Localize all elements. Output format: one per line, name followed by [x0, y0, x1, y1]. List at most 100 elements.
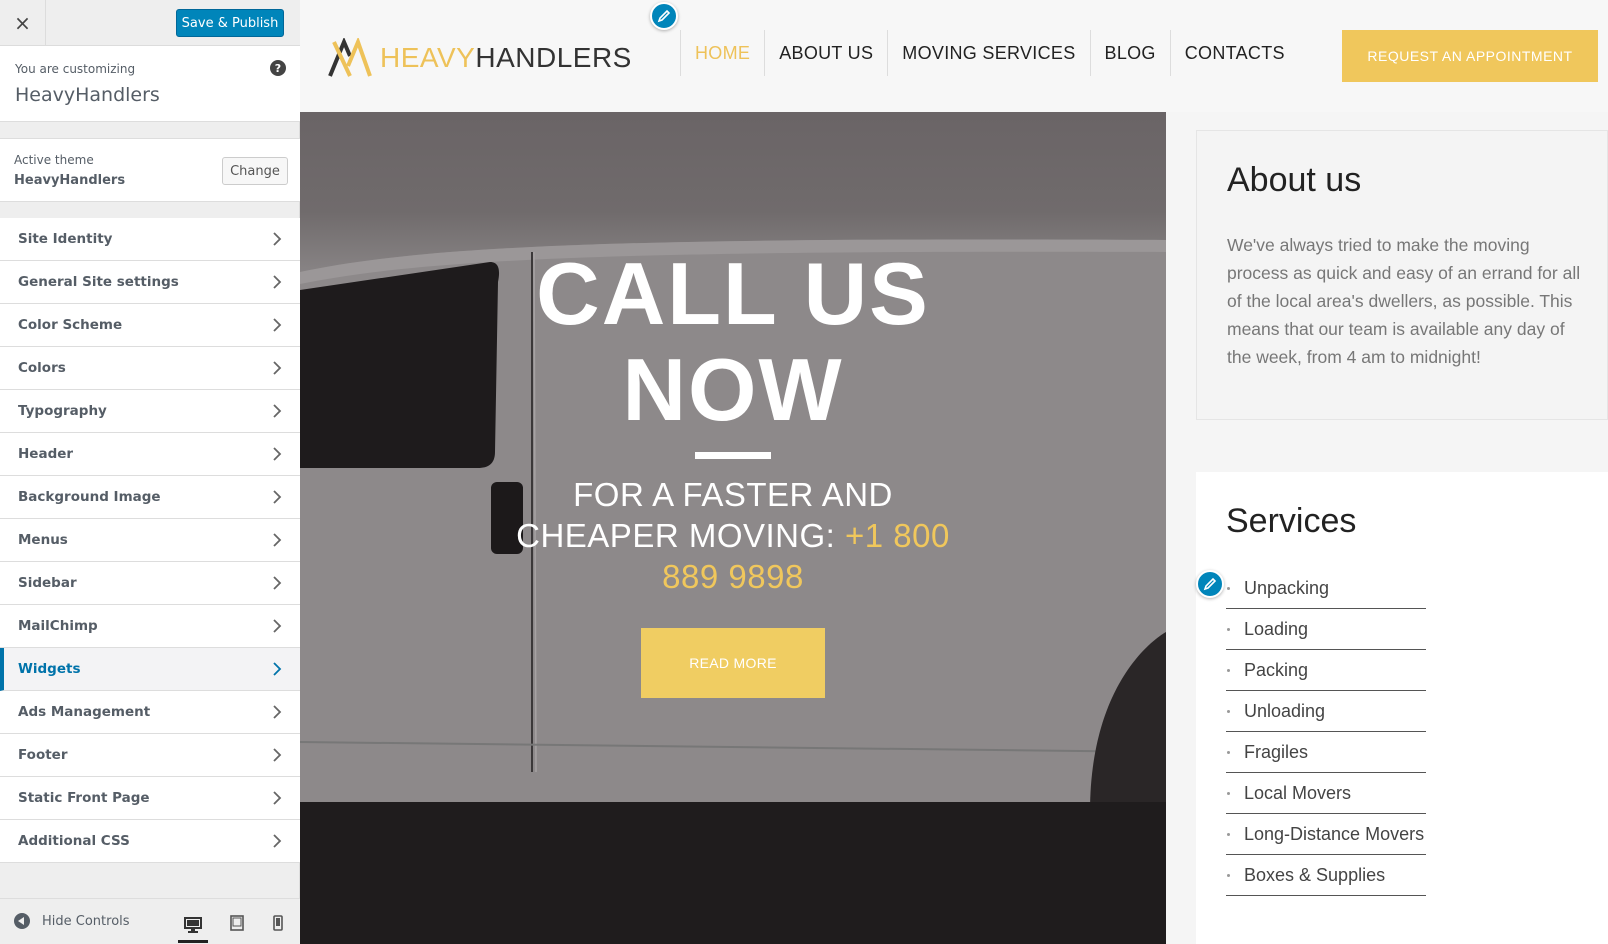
edit-shortcut-pencil-icon[interactable]: [1196, 570, 1224, 598]
logo-text-handlers: HANDLERS: [475, 42, 632, 73]
customizer-section-footer[interactable]: Footer: [0, 734, 300, 777]
chevron-right-icon: [273, 834, 282, 848]
customizer-section-additional-css[interactable]: Additional CSS: [0, 820, 300, 863]
hide-controls-label: Hide Controls: [42, 913, 130, 929]
customizer-section-menus[interactable]: Menus: [0, 519, 300, 562]
section-label: MailChimp: [18, 618, 98, 634]
active-theme-panel: Active theme HeavyHandlers Change: [0, 138, 300, 202]
customizer-sidebar: × Save & Publish You are customizing Hea…: [0, 0, 300, 944]
chevron-right-icon: [273, 447, 282, 461]
service-label: Fragiles: [1244, 741, 1309, 762]
customizer-section-mailchimp[interactable]: MailChimp: [0, 605, 300, 648]
help-icon[interactable]: ?: [270, 60, 286, 76]
section-label: Color Scheme: [18, 317, 123, 333]
services-title: Services: [1226, 502, 1357, 540]
save-publish-button[interactable]: Save & Publish: [176, 9, 284, 37]
site-preview: HEAVY HANDLERS HOME ABOUT US MOVING SERVICE…: [300, 0, 1608, 944]
section-label: Ads Management: [18, 704, 151, 720]
services-widget: Services Unpacking Loading Packing Unloadin…: [1196, 472, 1608, 944]
chevron-right-icon: [273, 791, 282, 805]
customizer-menu: Site Identity General Site settings Color …: [0, 218, 300, 863]
chevron-right-icon: [273, 619, 282, 633]
hero-sub-line2: CHEAPER MOVING:: [516, 517, 836, 554]
nav-item-contacts[interactable]: CONTACTS: [1169, 30, 1299, 76]
bullet-icon: [1227, 669, 1230, 672]
section-label: Menus: [18, 532, 68, 548]
customizer-section-color-scheme[interactable]: Color Scheme: [0, 304, 300, 347]
service-label: Long-Distance Movers: [1244, 823, 1425, 844]
section-label: Background Image: [18, 489, 161, 505]
change-theme-button[interactable]: Change: [222, 157, 288, 185]
chevron-right-icon: [273, 533, 282, 547]
customizer-section-general-site-settings[interactable]: General Site settings: [0, 261, 300, 304]
hide-controls-button[interactable]: Hide Controls: [14, 913, 130, 929]
nav-item-about-us[interactable]: ABOUT US: [764, 30, 887, 76]
tablet-icon[interactable]: [222, 909, 252, 937]
chevron-right-icon: [273, 404, 282, 418]
service-label: Local Movers: [1244, 782, 1352, 803]
chevron-right-icon: [273, 361, 282, 375]
bullet-icon: [1227, 710, 1230, 713]
service-link[interactable]: Loading: [1226, 609, 1426, 650]
service-link[interactable]: Boxes & Supplies: [1226, 855, 1426, 896]
bullet-icon: [1227, 874, 1230, 877]
customizer-section-static-front-page[interactable]: Static Front Page: [0, 777, 300, 820]
chevron-right-icon: [273, 318, 282, 332]
logo-mark-icon: [328, 38, 372, 77]
chevron-right-icon: [273, 490, 282, 504]
service-link[interactable]: Fragiles: [1226, 732, 1426, 773]
site-name: HeavyHandlers: [15, 84, 160, 106]
bullet-icon: [1227, 751, 1230, 754]
nav-item-moving-services[interactable]: MOVING SERVICES: [887, 30, 1089, 76]
section-label: Footer: [18, 747, 68, 763]
service-label: Boxes & Supplies: [1244, 864, 1386, 885]
hero-phone-part1: +1 800: [845, 517, 950, 554]
customizer-section-site-identity[interactable]: Site Identity: [0, 218, 300, 261]
section-label: Header: [18, 446, 74, 462]
collapse-icon: [14, 913, 30, 929]
section-label: Sidebar: [18, 575, 77, 591]
customizer-footer: Hide Controls: [0, 898, 300, 944]
service-link[interactable]: Unloading: [1226, 691, 1426, 732]
about-widget: About us We've always tried to make the …: [1196, 130, 1608, 420]
section-label: General Site settings: [18, 274, 179, 290]
hero-title: CALL US NOW: [300, 246, 1166, 438]
about-text: We've always tried to make the moving pr…: [1227, 235, 1581, 367]
hero-section: CALL US NOW FOR A FASTER AND CHEAPER MOV…: [300, 112, 1166, 944]
customizer-section-sidebar[interactable]: Sidebar: [0, 562, 300, 605]
hero-sub-line1: FOR A FASTER AND: [573, 476, 893, 513]
services-list: Unpacking Loading Packing Unloading Fragiles…: [1226, 568, 1426, 896]
customizer-section-ads-management[interactable]: Ads Management: [0, 691, 300, 734]
section-label: Static Front Page: [18, 790, 150, 806]
customizer-section-widgets[interactable]: Widgets: [0, 648, 300, 691]
edit-shortcut-pencil-icon[interactable]: [650, 2, 678, 30]
site-header: HEAVY HANDLERS HOME ABOUT US MOVING SERVICE…: [300, 0, 1608, 112]
close-customizer-button[interactable]: ×: [0, 0, 46, 46]
hero-phone-part2: 889 9898: [662, 558, 804, 595]
hero-title-line1: CALL US: [536, 244, 930, 343]
hero-title-line2: NOW: [622, 340, 844, 439]
bullet-icon: [1227, 628, 1230, 631]
chevron-right-icon: [273, 705, 282, 719]
nav-item-blog[interactable]: BLOG: [1089, 30, 1170, 76]
mobile-icon[interactable]: [263, 909, 293, 937]
customizer-section-typography[interactable]: Typography: [0, 390, 300, 433]
hero-subtitle: FOR A FASTER AND CHEAPER MOVING: +1 800 …: [300, 474, 1166, 597]
chevron-right-icon: [273, 576, 282, 590]
section-label: Widgets: [18, 661, 81, 677]
nav-item-home[interactable]: HOME: [680, 30, 764, 76]
service-link[interactable]: Packing: [1226, 650, 1426, 691]
customizer-section-colors[interactable]: Colors: [0, 347, 300, 390]
desktop-icon[interactable]: [178, 909, 208, 943]
request-appointment-button[interactable]: REQUEST AN APPOINTMENT: [1342, 30, 1598, 82]
service-label: Packing: [1244, 659, 1309, 680]
service-link[interactable]: Unpacking: [1226, 568, 1426, 609]
service-label: Unpacking: [1244, 577, 1330, 598]
site-logo[interactable]: HEAVY HANDLERS: [328, 38, 632, 78]
read-more-button[interactable]: READ MORE: [641, 628, 825, 698]
customizer-section-header[interactable]: Header: [0, 433, 300, 476]
service-link[interactable]: Long-Distance Movers: [1226, 814, 1426, 855]
service-link[interactable]: Local Movers: [1226, 773, 1426, 814]
customizer-section-background-image[interactable]: Background Image: [0, 476, 300, 519]
section-label: Typography: [18, 403, 107, 419]
